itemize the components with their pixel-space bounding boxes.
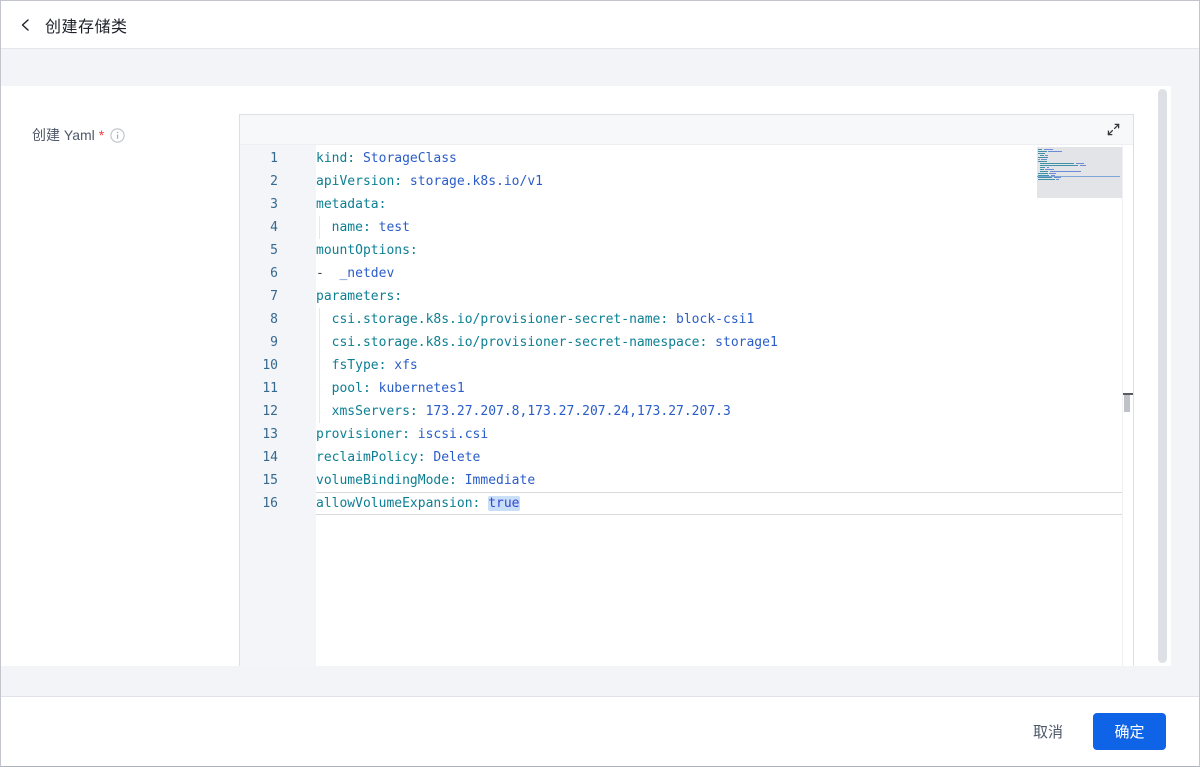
line-number: 10 [240, 354, 316, 377]
indent-guide [319, 354, 320, 377]
create-storage-class-dialog: 创建存储类 创建 Yaml * [0, 0, 1200, 767]
yaml-field-label-row: 创建 Yaml * [32, 125, 125, 145]
line-number: 12 [240, 400, 316, 423]
minimap-slider[interactable] [1037, 147, 1122, 198]
page-scrollbar-thumb[interactable] [1158, 89, 1167, 663]
overview-scrollbar-thumb[interactable] [1124, 395, 1130, 412]
code-line[interactable]: xmsServers: 173.27.207.8,173.27.207.24,1… [316, 400, 1122, 423]
code-line[interactable]: csi.storage.k8s.io/provisioner-secret-na… [316, 308, 1122, 331]
minimap-current-line-marker [1037, 176, 1120, 177]
dialog-footer: 取消 确定 [1, 696, 1199, 766]
code-line[interactable]: pool: kubernetes1 [316, 377, 1122, 400]
editor-line-number-gutter: 12345678910111213141516 [240, 145, 316, 666]
code-line[interactable]: name: test [316, 216, 1122, 239]
editor-minimap [1037, 147, 1122, 307]
page-background-band [1, 49, 1199, 86]
code-line[interactable]: apiVersion: storage.k8s.io/v1 [316, 170, 1122, 193]
confirm-button[interactable]: 确定 [1093, 713, 1166, 750]
info-icon[interactable] [110, 128, 125, 143]
line-number: 4 [240, 216, 316, 239]
expand-icon [1106, 122, 1121, 137]
yaml-editor: 12345678910111213141516 kind: StorageCla… [239, 114, 1134, 666]
code-line[interactable]: allowVolumeExpansion: true [316, 492, 1122, 515]
line-number: 8 [240, 308, 316, 331]
line-number: 3 [240, 193, 316, 216]
line-number: 2 [240, 170, 316, 193]
chevron-left-icon [19, 18, 33, 32]
indent-guide [319, 400, 320, 423]
code-line[interactable]: mountOptions: [316, 239, 1122, 262]
page-header: 创建存储类 [1, 1, 1199, 49]
code-line[interactable]: volumeBindingMode: Immediate [316, 469, 1122, 492]
yaml-field-label: 创建 Yaml [32, 125, 95, 145]
line-number: 5 [240, 239, 316, 262]
expand-fullscreen-button[interactable] [1103, 120, 1123, 140]
line-number: 6 [240, 262, 316, 285]
indent-guide [319, 216, 320, 239]
line-number: 14 [240, 446, 316, 469]
code-line[interactable]: parameters: [316, 285, 1122, 308]
code-line[interactable]: kind: StorageClass [316, 147, 1122, 170]
line-number: 13 [240, 423, 316, 446]
line-number: 11 [240, 377, 316, 400]
indent-guide [319, 308, 320, 331]
code-line[interactable]: metadata: [316, 193, 1122, 216]
editor-overview-ruler[interactable] [1122, 145, 1133, 666]
editor-code-area[interactable]: kind: StorageClassapiVersion: storage.k8… [316, 145, 1122, 666]
code-line[interactable]: - _netdev [316, 262, 1122, 285]
line-number: 15 [240, 469, 316, 492]
line-number: 7 [240, 285, 316, 308]
code-line[interactable]: provisioner: iscsi.csi [316, 423, 1122, 446]
indent-guide [319, 331, 320, 354]
code-line[interactable]: reclaimPolicy: Delete [316, 446, 1122, 469]
line-number: 9 [240, 331, 316, 354]
page-background-band [1, 666, 1199, 696]
indent-guide [319, 377, 320, 400]
page-background-right [1171, 86, 1199, 666]
page-title: 创建存储类 [45, 13, 128, 37]
line-number: 16 [240, 492, 316, 515]
cancel-button[interactable]: 取消 [1033, 721, 1063, 742]
required-asterisk: * [99, 127, 104, 143]
editor-toolbar [240, 115, 1133, 145]
line-number: 1 [240, 147, 316, 170]
code-line[interactable]: fsType: xfs [316, 354, 1122, 377]
code-line[interactable]: csi.storage.k8s.io/provisioner-secret-na… [316, 331, 1122, 354]
back-button[interactable] [15, 14, 37, 36]
